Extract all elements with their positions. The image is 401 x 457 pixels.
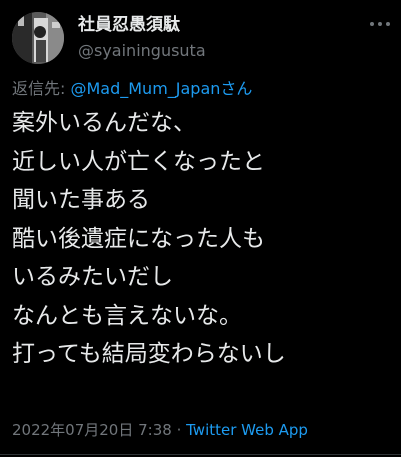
reply-to-line: 返信先: @Mad_Mum_Japanさん	[12, 78, 252, 100]
tweet-header: 社員忍愚須駄 @syainingusuta	[12, 8, 392, 70]
avatar[interactable]	[12, 12, 64, 64]
reply-to-prefix: 返信先:	[12, 79, 71, 98]
tweet-line: なんとも言えないな。	[12, 302, 242, 329]
meta-separator: ·	[171, 421, 187, 439]
tweet-timestamp[interactable]: 2022年07月20日 7:38	[12, 421, 172, 439]
tweet-card: 社員忍愚須駄 @syainingusuta 返信先: @Mad_Mum_Japa…	[0, 0, 401, 457]
avatar-photo-icon	[12, 12, 64, 64]
more-options-icon[interactable]	[368, 14, 392, 34]
divider	[0, 454, 401, 455]
tweet-text: 案外いるんだな、 近しい人が亡くなったと 聞いた事ある 酷い後遺症になった人も …	[12, 104, 397, 374]
author-handle[interactable]: @syainingusuta	[78, 40, 206, 62]
source-app-link[interactable]: Twitter Web App	[186, 421, 308, 439]
reply-mention-link[interactable]: @Mad_Mum_Japan	[70, 79, 220, 98]
reply-mention-suffix: さん	[220, 79, 253, 98]
tweet-meta: 2022年07月20日 7:38 · Twitter Web App	[12, 419, 308, 441]
tweet-line: 酷い後遺症になった人も	[12, 225, 265, 252]
tweet-line: 近しい人が亡くなったと	[12, 148, 265, 175]
author-names: 社員忍愚須駄 @syainingusuta	[78, 14, 206, 62]
display-name[interactable]: 社員忍愚須駄	[78, 14, 206, 36]
tweet-line: 聞いた事ある	[12, 187, 150, 213]
tweet-line: 案外いるんだな、	[12, 110, 196, 136]
tweet-line: 打っても結局変わらないし	[12, 341, 286, 367]
tweet-line: いるみたいだし	[12, 264, 173, 290]
